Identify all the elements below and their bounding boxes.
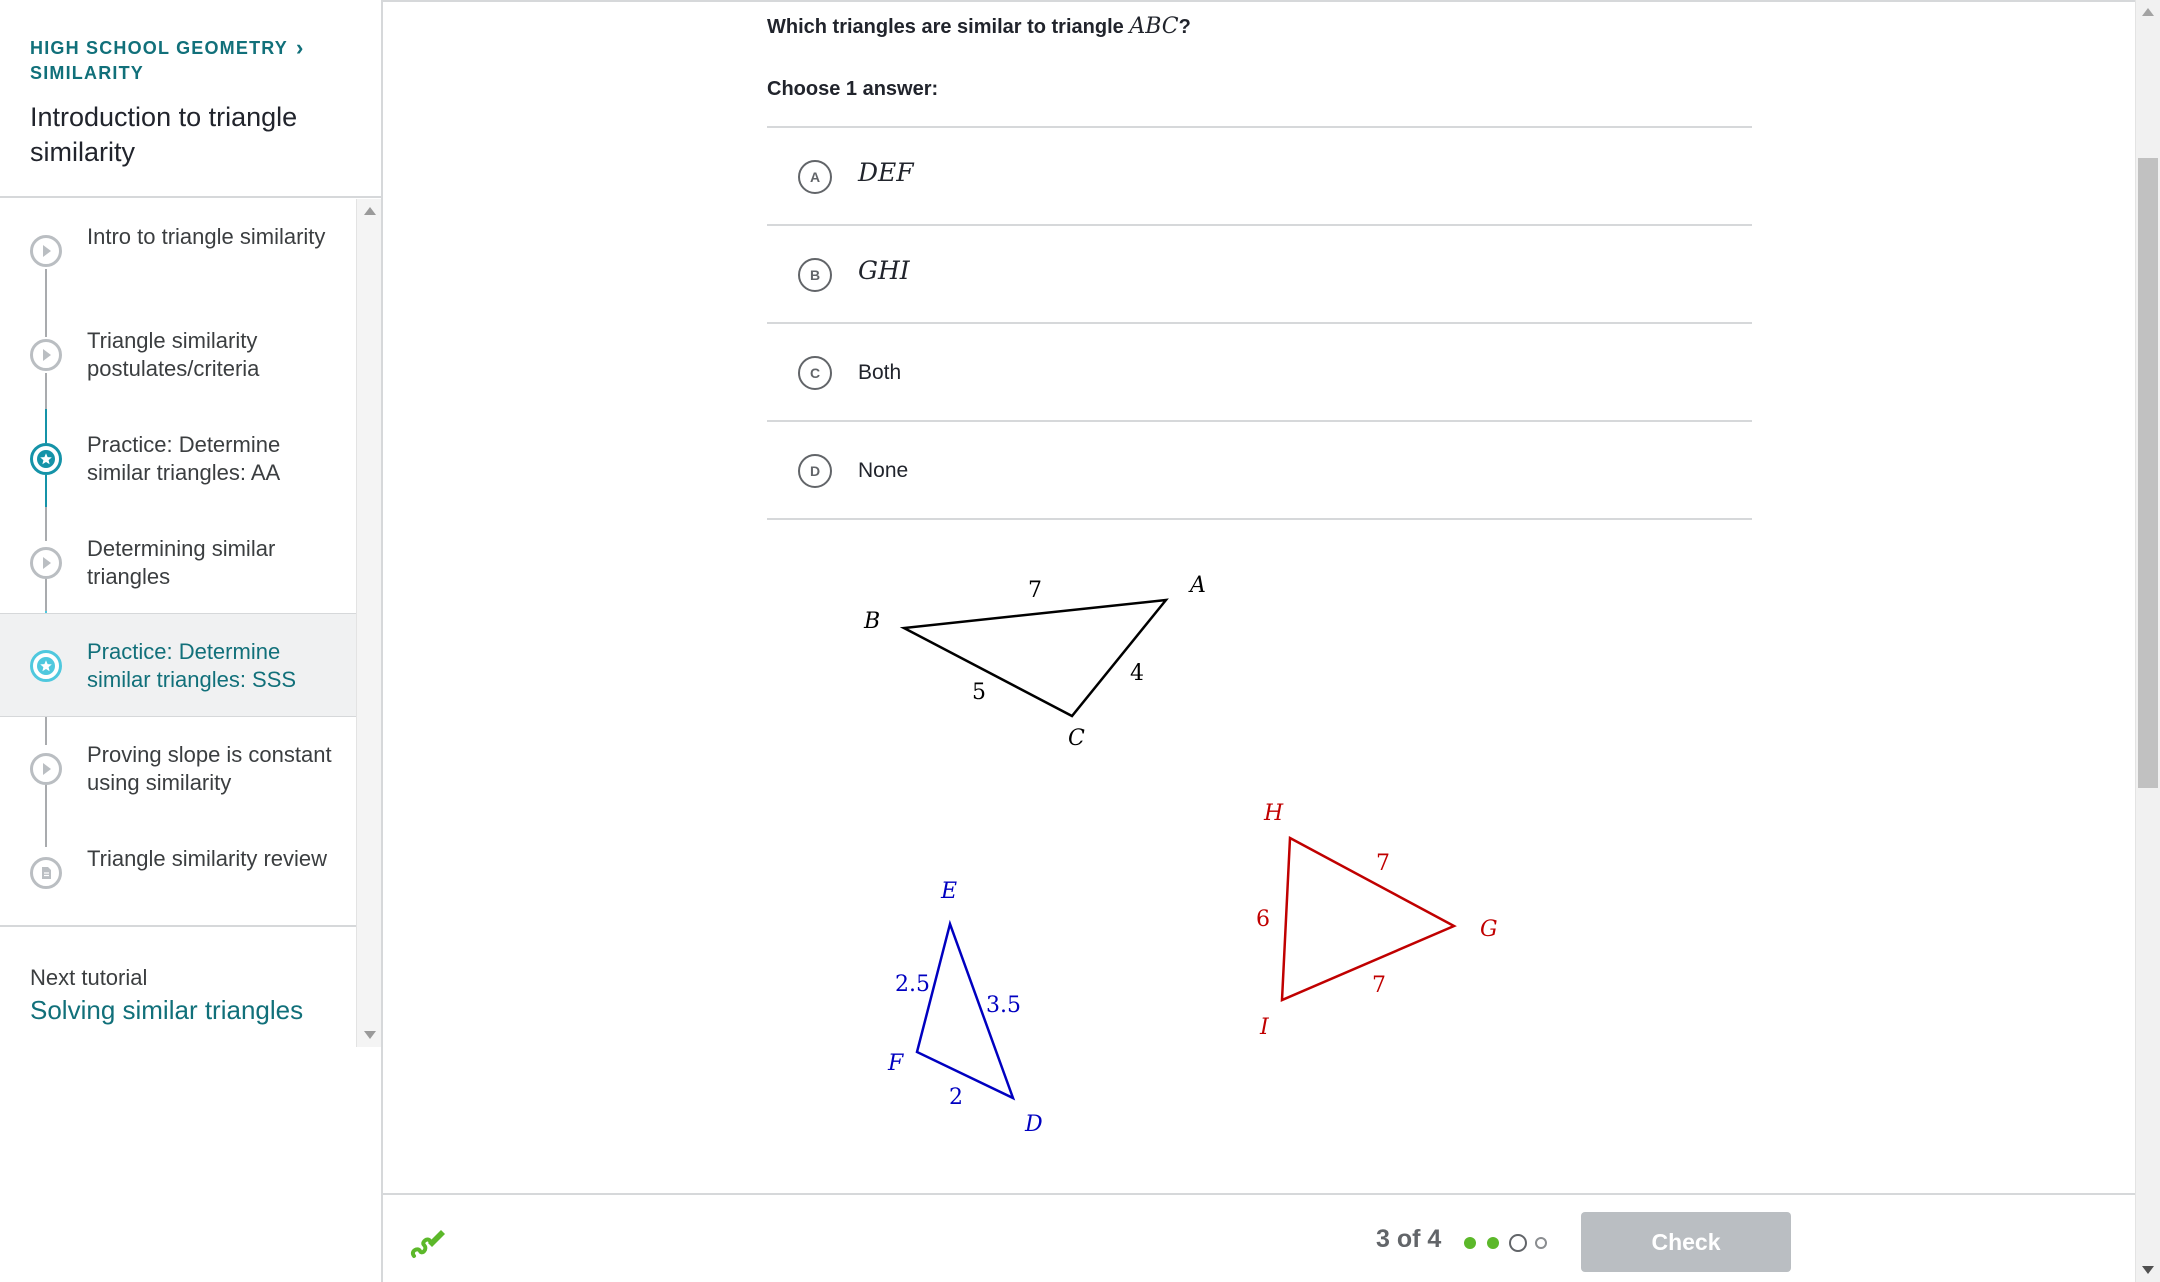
choice-b[interactable]: B GHI [767, 226, 1752, 324]
top-divider [383, 0, 2160, 2]
vertex-label: I [1259, 1015, 1270, 1040]
sidebar-item-label: Triangle similarity postulates/criteria [87, 328, 260, 381]
question-suffix: ? [1178, 16, 1191, 38]
practice-star-icon [30, 443, 62, 475]
sidebar-item-practice-aa[interactable]: Practice: Determine similar triangles: A… [0, 407, 356, 511]
choose-answer-label: Choose 1 answer: [767, 78, 939, 100]
choice-bubble[interactable]: D [798, 454, 832, 488]
sidebar-scrollbar[interactable] [356, 199, 381, 1047]
side-length-label: 5 [972, 680, 986, 705]
choice-text: None [858, 459, 909, 482]
triangle-def: D E F 2.5 3.5 2 [887, 879, 1043, 1137]
video-play-icon [30, 547, 62, 579]
sidebar-header: HIGH SCHOOL GEOMETRY › SIMILARITY Introdu… [0, 0, 381, 198]
exercise-footer: 3 of 4 Check [383, 1193, 2135, 1282]
sidebar-item-practice-sss[interactable]: Practice: Determine similar triangles: S… [0, 613, 356, 717]
vertex-label: D [1024, 1112, 1043, 1137]
sidebar-item-proving-slope[interactable]: Proving slope is constant using similari… [0, 717, 356, 821]
side-length-label: 2.5 [895, 972, 930, 997]
vertex-label: H [1263, 801, 1284, 826]
scroll-up-icon[interactable] [364, 207, 376, 215]
side-length-label: 7 [1028, 578, 1042, 603]
vertex-label: A [1188, 573, 1206, 598]
breadcrumb[interactable]: HIGH SCHOOL GEOMETRY › SIMILARITY [30, 36, 350, 86]
side-length-label: 4 [1130, 661, 1144, 686]
page-scrollbar[interactable] [2135, 0, 2160, 1282]
scroll-down-icon[interactable] [2142, 1266, 2154, 1274]
side-length-label: 3.5 [986, 993, 1021, 1018]
sidebar-item-label: Practice: Determine similar triangles: S… [87, 639, 297, 692]
breadcrumb-course[interactable]: HIGH SCHOOL GEOMETRY [30, 38, 288, 58]
vertex-label: E [940, 879, 957, 904]
triangle-abc-shape [899, 598, 1169, 718]
sidebar-item-determining-similar-triangles[interactable]: Determining similar triangles [0, 511, 356, 615]
answer-choices: A DEF B GHI C Both D None [767, 126, 1752, 520]
sidebar-item-label: Intro to triangle similarity [87, 224, 326, 249]
choice-bubble[interactable]: C [798, 356, 832, 390]
side-length-label: 2 [949, 1085, 963, 1110]
choice-text: GHI [858, 256, 910, 285]
next-tutorial-link[interactable]: Solving similar triangles [30, 995, 303, 1026]
choice-bubble[interactable]: B [798, 258, 832, 292]
scroll-up-icon[interactable] [2142, 8, 2154, 16]
choice-text: Both [858, 361, 902, 384]
chevron-right-icon: › [296, 35, 305, 60]
triangle-abc: A B C 7 5 4 [863, 573, 1206, 751]
choice-a[interactable]: A DEF [767, 128, 1752, 226]
side-length-label: 7 [1376, 851, 1390, 876]
sidebar-item-triangle-similarity-postulates[interactable]: Triangle similarity postulates/criteria [0, 303, 356, 407]
next-tutorial-label: Next tutorial [30, 965, 148, 990]
sidebar-item-label: Practice: Determine similar triangles: A… [87, 432, 281, 485]
question-text: Which triangles are similar to triangle … [767, 14, 1191, 39]
progress-dot-complete [1464, 1237, 1476, 1249]
side-length-label: 7 [1372, 973, 1386, 998]
choice-bubble[interactable]: A [798, 160, 832, 194]
vertex-label: G [1480, 917, 1498, 942]
progress-dot-complete [1487, 1237, 1499, 1249]
tutorial-title: Introduction to triangle similarity [30, 102, 298, 167]
choice-d[interactable]: D None [767, 422, 1752, 520]
article-icon [30, 857, 62, 889]
choice-c[interactable]: C Both [767, 324, 1752, 422]
check-button[interactable]: Check [1581, 1212, 1791, 1272]
question-math: ABC [1129, 14, 1179, 39]
sidebar-item-triangle-similarity-review[interactable]: Triangle similarity review [0, 821, 356, 925]
scroll-down-icon[interactable] [364, 1031, 376, 1039]
scrollbar-thumb[interactable] [2138, 158, 2158, 788]
triangles-figure: A B C 7 5 4 D E F 2.5 3.5 2 G H I 6 7 7 [863, 573, 1498, 1137]
video-play-icon [30, 753, 62, 785]
sidebar-item-label: Proving slope is constant using similari… [87, 742, 332, 795]
vertex-label: C [1068, 726, 1085, 751]
sidebar-item-label: Determining similar triangles [87, 536, 276, 589]
tutorial-item-list: Intro to triangle similarity Triangle si… [0, 199, 356, 925]
vertex-label: F [887, 1051, 904, 1076]
sidebar-item-intro-to-triangle-similarity[interactable]: Intro to triangle similarity [0, 199, 356, 303]
progress-counter: 3 of 4 [1376, 1225, 1442, 1253]
progress-dots [1464, 1234, 1547, 1252]
sidebar: HIGH SCHOOL GEOMETRY › SIMILARITY Introdu… [0, 0, 383, 1282]
practice-star-icon [30, 650, 62, 682]
side-length-label: 6 [1256, 907, 1270, 932]
triangle-ghi: G H I 6 7 7 [1256, 801, 1498, 1040]
video-play-icon [30, 339, 62, 371]
video-play-icon [30, 235, 62, 267]
triangle-ghi-shape [1280, 835, 1457, 1002]
vertex-label: B [863, 609, 880, 634]
scratchpad-pencil-icon[interactable] [408, 1223, 448, 1263]
progress-dot-upcoming [1535, 1237, 1547, 1249]
sidebar-item-label: Triangle similarity review [87, 846, 328, 871]
question-prefix: Which triangles are similar to triangle [767, 16, 1130, 38]
next-tutorial: Next tutorial Solving similar triangles [0, 925, 356, 1047]
progress-dot-current [1509, 1234, 1527, 1252]
choice-text: DEF [858, 158, 914, 187]
breadcrumb-unit[interactable]: SIMILARITY [30, 63, 144, 83]
